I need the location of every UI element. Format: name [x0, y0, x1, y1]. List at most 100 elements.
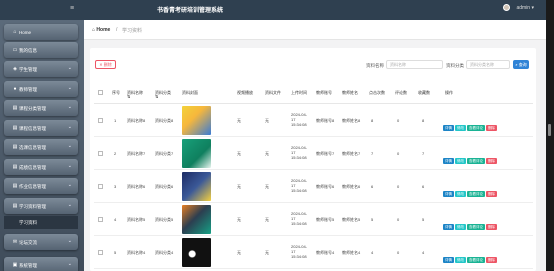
- col-clicks[interactable]: 点击次数: [369, 90, 385, 95]
- edit-button[interactable]: 修改: [455, 191, 466, 197]
- delete-row-button[interactable]: 删除: [486, 125, 497, 131]
- col-upload-time[interactable]: 上传时间: [291, 90, 307, 95]
- sidebar-item-teachers[interactable]: ● 教师管理 ⌄: [4, 81, 78, 97]
- cell-upload-time: 2024-04-17 15:34:08: [291, 211, 308, 226]
- edit-button[interactable]: 修改: [455, 158, 466, 164]
- row-checkbox[interactable]: [98, 250, 103, 255]
- view-comments-button[interactable]: 查看评论: [467, 257, 485, 263]
- view-comments-button[interactable]: 查看评论: [467, 191, 485, 197]
- view-comments-button[interactable]: 查看评论: [467, 224, 485, 230]
- delete-button[interactable]: ✕ 删除: [95, 60, 116, 69]
- sidebar-item-home[interactable]: ⌂ Home: [4, 24, 78, 40]
- scrollbar-thumb[interactable]: [548, 124, 551, 136]
- avatar[interactable]: [503, 4, 510, 11]
- sidebar-item-materials[interactable]: ▤ 学习资料管理 ⌄: [4, 198, 78, 214]
- cell-comments: 0: [397, 118, 400, 123]
- cell-category: 资料分类5: [155, 217, 174, 222]
- name-filter-input[interactable]: 资料名称: [386, 60, 443, 69]
- chevron-down-icon: ⌄: [67, 202, 72, 208]
- sidebar-item-forum[interactable]: ✉ 论坛交流 ⌄: [4, 234, 78, 250]
- cell-video: 无: [237, 184, 241, 189]
- app-window: ≡ 书香青考研培训管理系统 admin ▾ ⌂ Home ▭ 我的信息 ◈ 学生…: [0, 0, 546, 271]
- book-icon: ▤: [12, 203, 18, 209]
- edit-button[interactable]: 修改: [455, 224, 466, 230]
- sidebar-item-course-category[interactable]: ▤ 课程分类管理 ⌄: [4, 100, 78, 116]
- row-actions: 详情 修改 查看评论 删除: [443, 149, 498, 167]
- row-checkbox[interactable]: [98, 118, 103, 123]
- row-checkbox[interactable]: [98, 217, 103, 222]
- cell-comments: 0: [397, 250, 400, 255]
- delete-row-button[interactable]: 删除: [486, 257, 497, 263]
- cell-upload-time: 2024-04-17 15:34:08: [291, 178, 308, 193]
- view-comments-button[interactable]: 查看评论: [467, 125, 485, 131]
- shield-icon: ◈: [13, 66, 17, 72]
- home-icon: ⌂: [13, 29, 17, 35]
- breadcrumb-separator: /: [116, 27, 118, 33]
- col-favorites[interactable]: 收藏数: [418, 90, 430, 95]
- edit-button[interactable]: 修改: [455, 257, 466, 263]
- sidebar-item-students[interactable]: ◈ 学生管理 ⌄: [4, 61, 78, 77]
- sidebar-item-homework[interactable]: ▤ 作业信息管理 ⌄: [4, 178, 78, 194]
- cell-clicks: 5: [371, 217, 374, 222]
- row-actions: 详情 修改 查看评论 删除: [443, 182, 498, 200]
- category-filter-input[interactable]: 资料分类名称: [466, 60, 510, 69]
- row-checkbox[interactable]: [98, 184, 103, 189]
- detail-button[interactable]: 详情: [443, 158, 454, 164]
- cell-file: 无: [265, 118, 269, 123]
- screen: ≡ 书香青考研培训管理系统 admin ▾ ⌂ Home ▭ 我的信息 ◈ 学生…: [0, 0, 554, 271]
- col-seq[interactable]: 序号: [112, 90, 120, 95]
- sidebar-item-label: 教师管理: [19, 86, 37, 92]
- sidebar-item-course-info[interactable]: ▤ 课程信息管理 ⌄: [4, 120, 78, 136]
- cell-video: 无: [237, 217, 241, 222]
- col-teacher-name[interactable]: 教师姓名: [342, 90, 358, 95]
- cell-file: 无: [265, 184, 269, 189]
- detail-button[interactable]: 详情: [443, 224, 454, 230]
- search-button[interactable]: ⌕ 查询: [513, 60, 529, 69]
- sidebar-item-system[interactable]: ▣ 系统管理 ⌄: [4, 257, 78, 271]
- book-icon: ▤: [12, 105, 18, 111]
- col-category-sort[interactable]: ⇅: [155, 94, 158, 99]
- cover-image[interactable]: [182, 172, 211, 201]
- delete-row-button[interactable]: 删除: [486, 224, 497, 230]
- cell-favorites: 6: [422, 184, 425, 189]
- user-name: admin: [516, 5, 531, 11]
- cell-clicks: 4: [371, 250, 374, 255]
- search-icon: ⌕: [515, 62, 518, 67]
- cover-image[interactable]: [182, 238, 211, 267]
- col-teacher-id[interactable]: 教师账号: [316, 90, 332, 95]
- cover-image[interactable]: [182, 205, 211, 234]
- breadcrumb-home[interactable]: ⌂ Home: [92, 27, 110, 33]
- window-scrollbar[interactable]: [546, 0, 554, 271]
- cell-teacher-name: 教师姓名8: [342, 118, 361, 123]
- breadcrumb-current: 学习资料: [122, 28, 143, 34]
- cover-image[interactable]: [182, 139, 211, 168]
- edit-button[interactable]: 修改: [455, 125, 466, 131]
- sidebar-item-grades[interactable]: ▤ 成绩信息管理 ⌄: [4, 159, 78, 175]
- sidebar-subitem-materials[interactable]: 学习资料: [4, 216, 78, 229]
- delete-row-button[interactable]: 删除: [486, 158, 497, 164]
- detail-button[interactable]: 详情: [443, 125, 454, 131]
- cell-teacher-name: 教师姓名7: [342, 151, 361, 156]
- sidebar-item-my-info[interactable]: ▭ 我的信息: [4, 42, 78, 58]
- user-menu[interactable]: admin ▾: [516, 5, 534, 11]
- col-comments[interactable]: 评论数: [395, 90, 407, 95]
- cell-teacher-name: 教师姓名4: [342, 250, 361, 255]
- row-checkbox[interactable]: [98, 151, 103, 156]
- view-comments-button[interactable]: 查看评论: [467, 158, 485, 164]
- cell-upload-time: 2024-04-17 15:34:08: [291, 244, 308, 259]
- cell-teacher-name: 教师姓名6: [342, 184, 361, 189]
- detail-button[interactable]: 详情: [443, 191, 454, 197]
- cover-image[interactable]: [182, 106, 211, 135]
- col-ops: 操作: [445, 90, 453, 95]
- sidebar-item-enrollment[interactable]: ▤ 选课信息管理 ⌄: [4, 139, 78, 155]
- detail-button[interactable]: 详情: [443, 257, 454, 263]
- col-name-sort[interactable]: ⇅: [127, 94, 130, 99]
- col-video[interactable]: 视频播放: [237, 90, 253, 95]
- col-file[interactable]: 资料文件: [265, 90, 281, 95]
- col-cover[interactable]: 资料封面: [182, 90, 198, 95]
- select-all-checkbox[interactable]: [98, 90, 103, 95]
- delete-row-button[interactable]: 删除: [486, 191, 497, 197]
- sidebar: ⌂ Home ▭ 我的信息 ◈ 学生管理 ⌄ ● 教师管理 ⌄ ▤ 课程分类管理…: [0, 20, 84, 271]
- cell-video: 无: [237, 118, 241, 123]
- cell-name: 资料名称7: [127, 151, 146, 156]
